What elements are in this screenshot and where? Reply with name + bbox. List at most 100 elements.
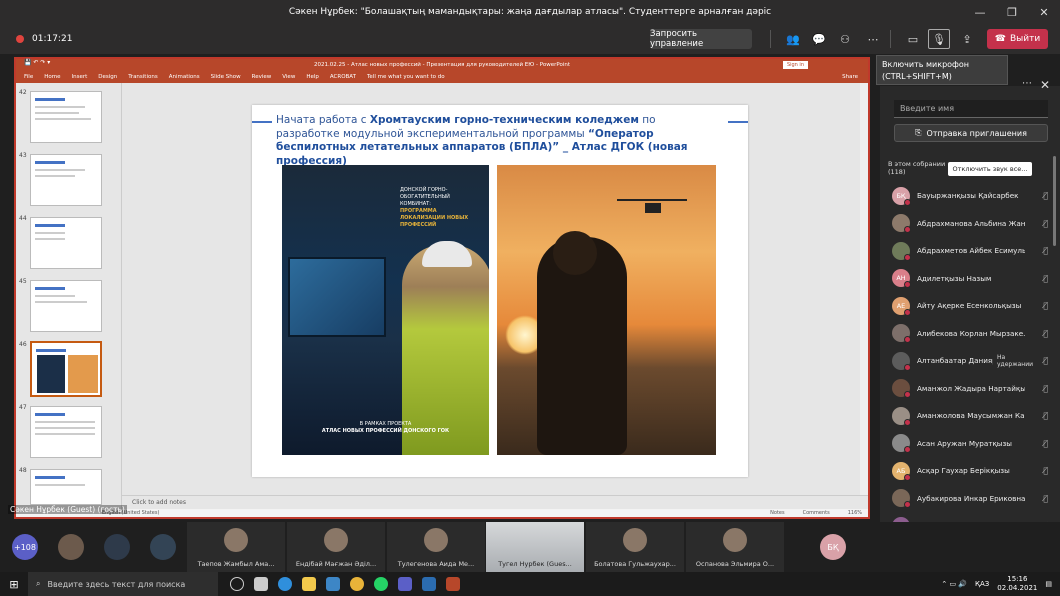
maximize-button[interactable]: ❐ (996, 0, 1028, 24)
more-participants-badge[interactable]: +108 (12, 534, 38, 560)
share-tray-icon[interactable]: ⇪ (956, 29, 978, 49)
microphone-off-icon[interactable]: 🎙 (928, 29, 950, 49)
close-button[interactable]: ✕ (1028, 0, 1060, 24)
participant-item[interactable]: Абдрахметов Айбек Есимулы 🎙̸ (892, 237, 1048, 265)
minimize-button[interactable]: — (964, 0, 996, 24)
whatsapp-icon[interactable] (374, 577, 388, 591)
camera-off-icon[interactable]: ▭ (902, 29, 924, 49)
participant-item[interactable]: Аманжолова Маусымжан Ка... 🎙̸ (892, 402, 1048, 430)
windows-start-icon[interactable]: ⊞ (0, 578, 28, 591)
monitor-graphic (288, 257, 386, 337)
participant-name: Аубакирова Инкар Ериковна (917, 493, 1025, 503)
participant-tile[interactable]: Тулегенова Аида Ме... (387, 522, 485, 572)
avatar[interactable] (104, 534, 130, 560)
ribbon-tab-design[interactable]: Design (98, 74, 117, 80)
slide-thumbnail[interactable] (30, 154, 102, 206)
ribbon-tab-animations[interactable]: Animations (169, 74, 200, 80)
zoom-level[interactable]: 116% (848, 510, 862, 516)
ribbon-tab-review[interactable]: Review (252, 74, 272, 80)
participant-item[interactable]: АЕ Айту Ақерке Есенкольқызы 🎙̸ (892, 292, 1048, 320)
participant-item[interactable]: Аманжол Жадыра Нартайқы... 🎙̸ (892, 375, 1048, 403)
notes-area[interactable]: Click to add notes (122, 495, 868, 509)
invite-name-input[interactable]: Введите имя (894, 100, 1048, 118)
mute-all-button[interactable]: Отключить звук все... (948, 162, 1032, 176)
powerpoint-icon[interactable] (446, 577, 460, 591)
chat-icon[interactable]: 💬 (808, 29, 830, 49)
task-view-icon[interactable] (230, 577, 244, 591)
participant-name: Абдрахметов Айбек Есимулы (917, 246, 1025, 256)
ppt-status-bar: English (United States) Notes Comments 1… (16, 509, 868, 517)
status-notes-button[interactable]: Notes (770, 510, 784, 516)
slide-vertical-scrollbar[interactable] (860, 83, 868, 509)
send-invite-button[interactable]: ⎘ Отправка приглашения (894, 124, 1048, 142)
leave-button[interactable]: ☎ Выйти (987, 29, 1048, 49)
ribbon-tab-view[interactable]: View (282, 74, 295, 80)
current-slide: Начата работа с Хромтауским горно-технич… (252, 105, 748, 477)
notifications-icon[interactable]: ▤ (1045, 580, 1052, 588)
participant-name: Аманжол Жадыра Нартайқы... (917, 383, 1025, 393)
share-button[interactable]: Share (842, 74, 858, 80)
multitask-icon[interactable] (254, 577, 268, 591)
file-explorer-icon[interactable] (302, 577, 316, 591)
status-comments-button[interactable]: Comments (803, 510, 830, 516)
participant-item[interactable]: Аубакирова Инкар Ериковна 🎙̸ (892, 485, 1048, 513)
tooltip-line: Включить микрофон (882, 60, 970, 69)
in-meeting-header[interactable]: В этом собрании (118) (888, 160, 945, 176)
tray-icons[interactable]: ⌃ ▭ 🔊 (941, 580, 967, 588)
participants-icon[interactable]: 👥 (782, 29, 804, 49)
slide-thumbnail-selected[interactable] (30, 341, 102, 397)
more-actions-icon[interactable]: ⋯ (862, 29, 884, 49)
participant-item[interactable]: Алибекова Корлан Мырзаке... 🎙̸ (892, 320, 1048, 348)
sign-in-button[interactable]: Sign in (782, 61, 808, 69)
slide-accent-line (252, 121, 272, 123)
photos-icon[interactable] (422, 577, 436, 591)
ribbon-tab-slideshow[interactable]: Slide Show (211, 74, 241, 80)
slide-thumbnail[interactable] (30, 280, 102, 332)
participant-item[interactable]: АБ Асқар Гаухар Берікқызы 🎙̸ (892, 457, 1048, 485)
thumb-number: 43 (19, 152, 27, 159)
panel-more-icon[interactable]: ⋯ (1022, 78, 1032, 89)
mail-icon[interactable] (326, 577, 340, 591)
panel-close-icon[interactable]: ✕ (1040, 78, 1050, 92)
participant-avatar (892, 379, 911, 399)
ribbon-tab-acrobat[interactable]: ACROBAT (330, 74, 356, 80)
quick-access-icons[interactable]: 💾 ↶ ↷ ▾ (24, 59, 50, 66)
breakout-rooms-icon[interactable]: ⚇ (834, 29, 856, 49)
ppt-title: 2021.02.25 - Атлас новых профессий - Пре… (313, 62, 570, 68)
ribbon-tab-insert[interactable]: Insert (71, 74, 87, 80)
tooltip-shortcut: (CTRL+SHIFT+M) (882, 72, 952, 81)
ribbon-tab-file[interactable]: File (24, 74, 33, 80)
participant-video-tile[interactable]: Тугел Нурбек (Gues... (486, 522, 584, 572)
slide-thumbnail[interactable] (30, 406, 102, 458)
participant-item[interactable]: Алтанбаатар Данияр На удержании 🎙̸ (892, 347, 1048, 375)
request-control-button[interactable]: Запросить управление (650, 29, 752, 49)
participant-tile[interactable]: Таепов Жамбыл Ама... (187, 522, 285, 572)
participant-item[interactable]: АН Адилетқызы Назым 🎙̸ (892, 265, 1048, 293)
participant-tile[interactable]: Болатова Гульжаухар... (586, 522, 684, 572)
teams-icon[interactable] (398, 577, 412, 591)
taskbar-search[interactable]: ⌕ Введите здесь текст для поиска (28, 572, 218, 596)
participant-tile[interactable]: Ендібай Мағжан Әділ... (287, 522, 385, 572)
clock[interactable]: 15:16 02.04.2021 (997, 575, 1037, 593)
participant-tile[interactable]: Оспанова Эльмира О... (686, 522, 784, 572)
slide-thumbnail[interactable] (30, 91, 102, 143)
ribbon-tab-home[interactable]: Home (44, 74, 60, 80)
slide-thumbnail[interactable] (30, 217, 102, 269)
participant-item[interactable]: Абдрахманова Альбина Жан... 🎙̸ (892, 210, 1048, 238)
slide-thumbnail[interactable] (30, 469, 102, 505)
recording-dot-icon (16, 35, 24, 43)
avatar[interactable] (150, 534, 176, 560)
language-indicator[interactable]: ҚАЗ (975, 580, 989, 588)
avatar-initials[interactable]: БҚ (820, 534, 846, 560)
window-title: Сәкен Нұрбек: "Болашақтың мамандықтары: … (288, 7, 772, 17)
edge-icon[interactable] (278, 577, 292, 591)
ribbon-tab-transitions[interactable]: Transitions (128, 74, 157, 80)
participant-item[interactable]: БҚ Бауыржанқызы Қайсарбек 🎙̸ (892, 182, 1048, 210)
participant-item[interactable]: Асан Аружан Муратқызы 🎙̸ (892, 430, 1048, 458)
ribbon-tab-help[interactable]: Help (306, 74, 319, 80)
participant-name: Айту Ақерке Есенкольқызы (917, 301, 1022, 311)
avatar[interactable] (58, 534, 84, 560)
chrome-icon[interactable] (350, 577, 364, 591)
panel-scrollbar[interactable] (1053, 156, 1056, 246)
tell-me-search[interactable]: Tell me what you want to do (367, 74, 445, 80)
